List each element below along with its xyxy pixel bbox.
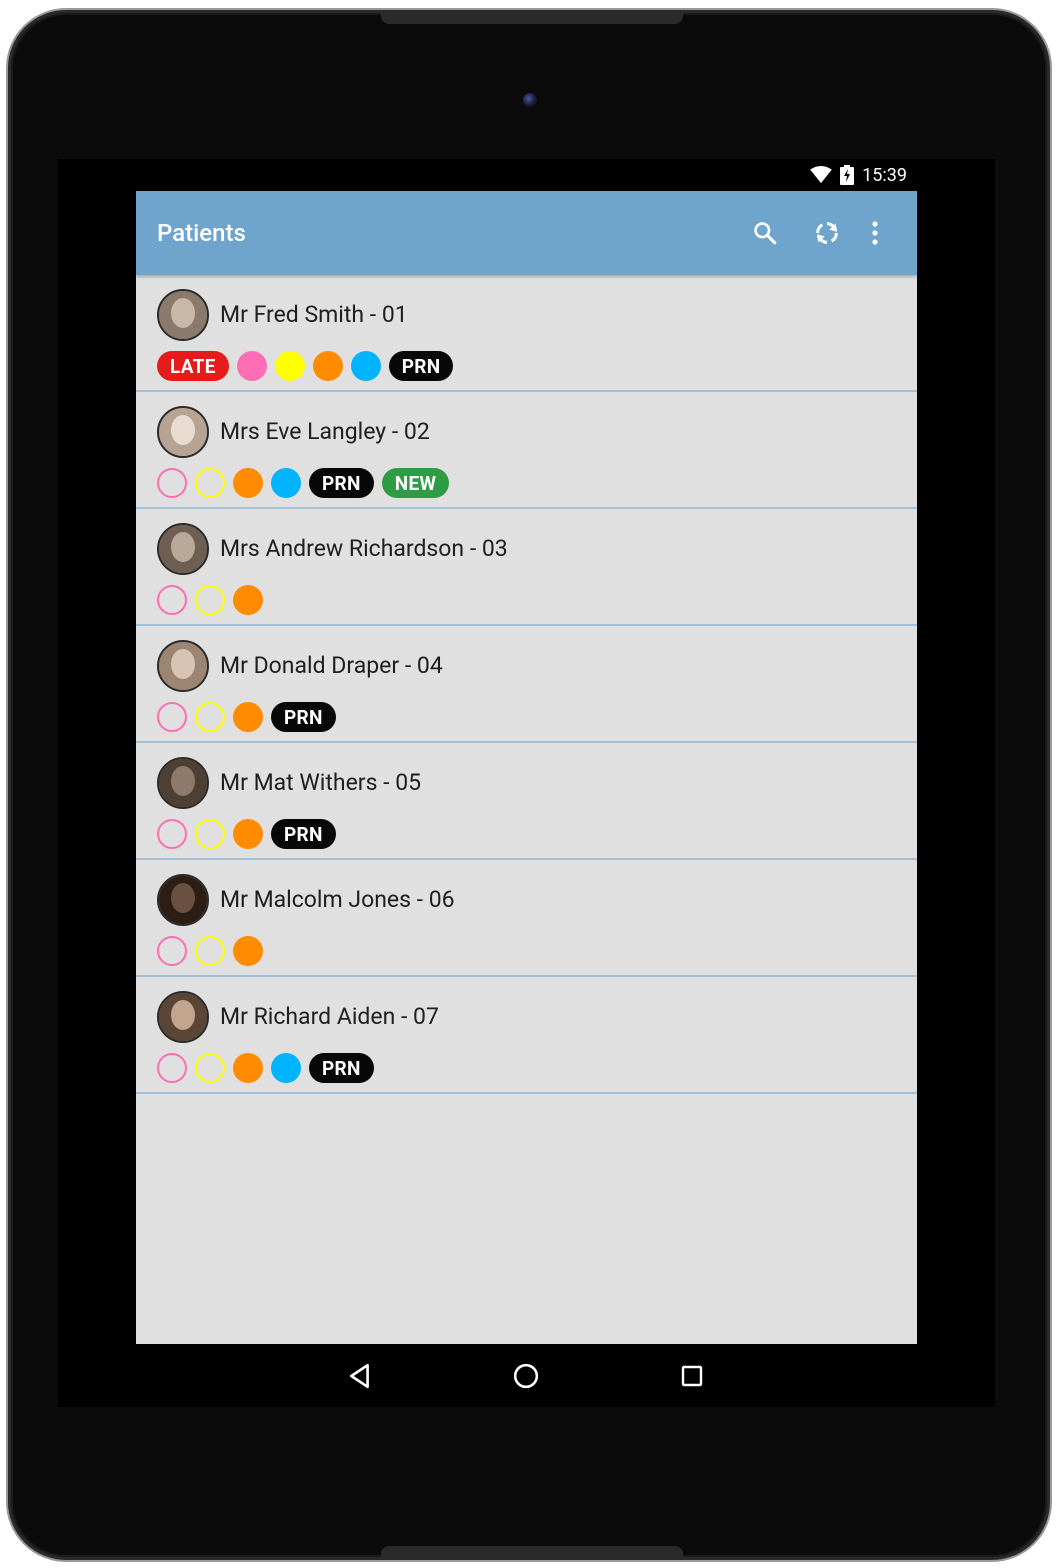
patient-name: Mrs Andrew Richardson - 03 [220, 535, 508, 562]
patient-name: Mr Mat Withers - 05 [220, 769, 422, 796]
status-bar: 15:39 [58, 159, 995, 191]
patient-tags: LATE PRN [157, 351, 454, 381]
patient-name: Mrs Eve Langley - 02 [220, 418, 430, 445]
back-button[interactable] [330, 1346, 390, 1406]
avatar [157, 289, 209, 341]
more-options-button[interactable] [855, 205, 895, 261]
prn-badge: PRN [309, 468, 374, 498]
avatar [157, 757, 209, 809]
frame-top-edge [381, 10, 683, 24]
patient-tags [157, 936, 263, 966]
patient-name: Mr Richard Aiden - 07 [220, 1003, 439, 1030]
status-dot [195, 585, 225, 615]
status-dot [233, 702, 263, 732]
screen: 15:39 Patients Mr Fred Smith - 01 LATE P… [58, 159, 995, 1407]
avatar [157, 640, 209, 692]
status-dot [157, 936, 187, 966]
status-dot [233, 1053, 263, 1083]
patient-name: Mr Fred Smith - 01 [220, 301, 408, 328]
patient-row[interactable]: Mr Fred Smith - 01 LATE PRN [136, 275, 917, 392]
battery-icon [840, 165, 855, 185]
new-badge: NEW [381, 468, 450, 498]
more-vert-icon [872, 221, 878, 245]
status-time: 15:39 [862, 164, 907, 186]
navigation-bar [58, 1344, 995, 1407]
back-icon [350, 1363, 369, 1389]
page-title: Patients [157, 219, 246, 247]
status-dot [195, 936, 225, 966]
app-window: Patients Mr Fred Smith - 01 LATE PRN Mrs… [136, 191, 917, 1344]
avatar [157, 406, 209, 458]
prn-badge: PRN [388, 351, 454, 381]
patient-row[interactable]: Mr Malcolm Jones - 06 [136, 860, 917, 977]
patient-row[interactable]: Mrs Andrew Richardson - 03 [136, 509, 917, 626]
patient-name: Mr Donald Draper - 04 [220, 652, 443, 679]
status-dot [157, 585, 187, 615]
recents-icon [681, 1365, 703, 1387]
avatar [157, 874, 209, 926]
status-dot [233, 936, 263, 966]
patient-row[interactable]: Mr Richard Aiden - 07 PRN [136, 977, 917, 1094]
patient-tags: PRN [157, 1053, 374, 1083]
avatar [157, 991, 209, 1043]
status-dot [271, 468, 301, 498]
patient-name: Mr Malcolm Jones - 06 [220, 886, 455, 913]
status-dot [157, 1053, 187, 1083]
patient-row[interactable]: Mrs Eve Langley - 02 PRN NEW [136, 392, 917, 509]
home-button[interactable] [496, 1346, 556, 1406]
prn-badge: PRN [309, 1053, 374, 1083]
patient-list: Mr Fred Smith - 01 LATE PRN Mrs Eve Langley… [136, 275, 917, 1094]
status-dot [157, 702, 187, 732]
status-dot [274, 351, 305, 381]
avatar [157, 523, 209, 575]
patient-row[interactable]: Mr Mat Withers - 05 PRN [136, 743, 917, 860]
status-dot [157, 468, 187, 498]
patient-row[interactable]: Mr Donald Draper - 04 PRN [136, 626, 917, 743]
status-dot [195, 1053, 225, 1083]
refresh-icon [816, 222, 838, 244]
status-dot [350, 351, 381, 381]
front-camera [523, 93, 537, 107]
home-icon [513, 1363, 539, 1389]
status-dot [195, 468, 225, 498]
prn-badge: PRN [271, 702, 336, 732]
status-dot [236, 351, 267, 381]
prn-badge: PRN [271, 819, 336, 849]
patient-tags: PRN [157, 819, 336, 849]
toolbar: Patients [136, 191, 917, 275]
status-dot [312, 351, 343, 381]
wifi-icon [810, 166, 832, 184]
patient-tags [157, 585, 263, 615]
status-dot [233, 468, 263, 498]
status-dot [271, 1053, 301, 1083]
status-dot [195, 819, 225, 849]
patient-tags: PRN [157, 702, 336, 732]
patient-tags: PRN NEW [157, 468, 450, 498]
late-badge: LATE [157, 351, 229, 381]
status-dot [157, 819, 187, 849]
frame-bottom-edge [381, 1546, 683, 1560]
search-icon [754, 222, 777, 245]
status-dot [233, 819, 263, 849]
status-dot [233, 585, 263, 615]
status-dot [195, 702, 225, 732]
refresh-button[interactable] [799, 205, 855, 261]
search-button[interactable] [737, 205, 793, 261]
recents-button[interactable] [662, 1346, 722, 1406]
